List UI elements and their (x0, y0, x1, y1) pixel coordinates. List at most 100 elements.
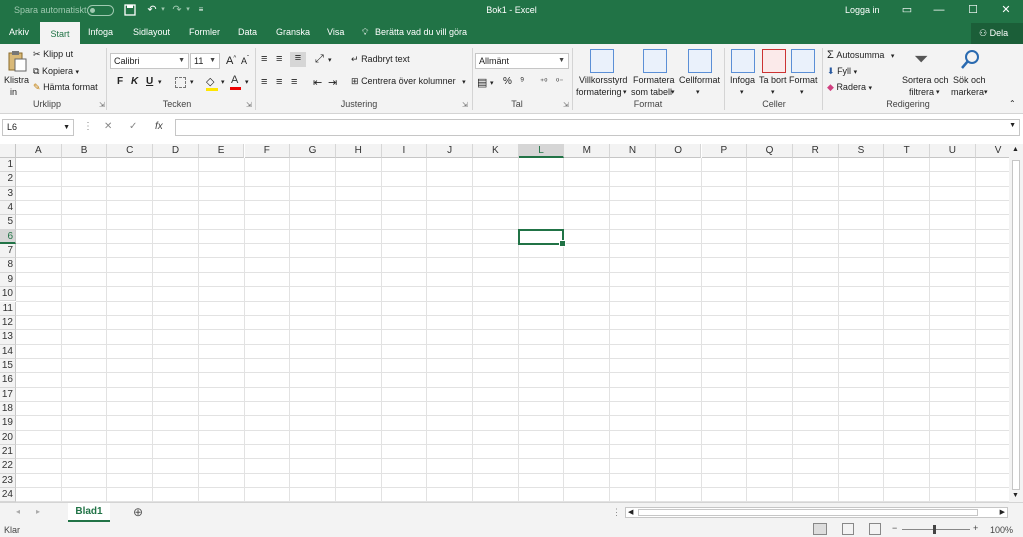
ribbon-display-options-icon[interactable]: ▭ (890, 0, 924, 20)
font-launcher-icon[interactable]: ⇲ (246, 101, 252, 109)
paste-button[interactable]: Klistra in (4, 48, 29, 97)
column-header[interactable]: N (610, 144, 656, 158)
align-right-icon[interactable]: ≡ (291, 76, 297, 88)
scroll-down-icon[interactable]: ▼ (1012, 492, 1019, 499)
fill-button[interactable]: ⬇ Fyll ▾ (827, 66, 857, 77)
zoom-out-icon[interactable]: − (892, 523, 897, 533)
tab-home[interactable]: Start (40, 22, 80, 44)
tab-file[interactable]: Arkiv (9, 27, 29, 37)
zoom-slider[interactable] (902, 529, 970, 530)
autosum-button[interactable]: Σ Autosumma ▾ (827, 49, 894, 61)
active-cell[interactable] (517, 228, 567, 248)
font-color-button[interactable]: A (230, 74, 241, 90)
zoom-slider-thumb[interactable] (933, 525, 936, 534)
align-left-icon[interactable]: ≡ (261, 76, 267, 88)
name-box[interactable]: L6 ▼ (2, 119, 74, 136)
find-select-button[interactable]: Sök och markera ▾ (951, 49, 991, 97)
row-header[interactable]: 10 (0, 287, 16, 302)
row-header[interactable]: 1 (0, 158, 16, 173)
zoom-in-icon[interactable]: + (973, 523, 978, 533)
row-header[interactable]: 3 (0, 186, 16, 202)
number-format-select[interactable]: Allmänt ▼ (475, 53, 569, 69)
column-header[interactable]: V (975, 144, 1009, 158)
vertical-scrollbar[interactable]: ▲ ▼ (1009, 144, 1023, 502)
normal-view-icon[interactable] (813, 523, 827, 535)
close-icon[interactable]: ✕ (989, 0, 1023, 20)
fill-color-button[interactable]: ◇ (206, 75, 218, 91)
clear-button[interactable]: ◆ Radera ▾ (827, 82, 872, 93)
row-header[interactable]: 15 (0, 358, 16, 374)
sort-filter-button[interactable]: ⏷ Sortera och filtrera ▾ (902, 49, 949, 97)
column-header[interactable]: G (290, 144, 336, 158)
page-break-view-icon[interactable] (869, 523, 881, 535)
increase-indent-icon[interactable]: ⇥ (328, 76, 337, 89)
vertical-scroll-thumb[interactable] (1012, 160, 1020, 490)
tab-page-layout[interactable]: Sidlayout (133, 27, 170, 37)
increase-decimal-icon[interactable]: ⁺⁰ (540, 77, 547, 86)
bold-button[interactable]: F (117, 76, 123, 87)
align-center-icon[interactable]: ≡ (276, 76, 282, 88)
clipboard-launcher-icon[interactable]: ⇲ (99, 101, 105, 109)
insert-function-icon[interactable]: fx (155, 121, 163, 132)
column-header[interactable]: J (427, 144, 473, 158)
cancel-icon[interactable]: ✕ (104, 121, 112, 132)
alignment-launcher-icon[interactable]: ⇲ (462, 101, 468, 109)
maximize-icon[interactable]: ☐ (956, 0, 990, 20)
column-header[interactable]: O (655, 144, 702, 158)
select-all-corner[interactable] (0, 144, 16, 158)
tab-insert[interactable]: Infoga (88, 27, 113, 37)
decrease-indent-icon[interactable]: ⇤ (313, 76, 322, 89)
wrap-text-button[interactable]: ↵ Radbryt text (351, 54, 410, 65)
tab-formulas[interactable]: Formler (189, 27, 220, 37)
column-header[interactable]: D (153, 144, 199, 158)
comma-button[interactable]: ⁹ (520, 76, 524, 87)
row-header[interactable]: 23 (0, 473, 16, 489)
fill-dropdown-icon[interactable]: ▾ (221, 78, 225, 86)
underline-button[interactable]: U (146, 76, 153, 87)
column-header[interactable]: F (244, 144, 291, 158)
column-header[interactable]: A (16, 144, 62, 158)
column-header[interactable]: B (61, 144, 108, 158)
shrink-font-button[interactable]: Aˇ (241, 56, 249, 66)
column-header[interactable]: U (930, 144, 976, 158)
worksheet-grid[interactable]: A B C D E F G H I J K L M N O P Q R S T U V 1 2 3 4 5 6 7 8 9 10 11 12 13 1… (0, 144, 1009, 502)
format-as-table-button[interactable]: Formatera som tabell ▾ (631, 49, 677, 97)
underline-dropdown-icon[interactable]: ▾ (158, 78, 162, 86)
percent-button[interactable]: % (503, 76, 512, 87)
scroll-right-icon[interactable]: ▶ (1000, 508, 1005, 516)
orientation-icon[interactable]: ⤢ (315, 53, 324, 66)
enter-icon[interactable]: ✓ (129, 121, 137, 132)
column-header[interactable]: K (473, 144, 519, 158)
borders-icon[interactable] (175, 77, 186, 88)
tab-view[interactable]: Visa (327, 27, 344, 37)
row-header[interactable]: 6 (0, 229, 16, 245)
align-bottom-icon[interactable]: ≡ (290, 52, 306, 67)
font-name-select[interactable]: Calibri ▼ (110, 53, 189, 69)
row-header[interactable]: 19 (0, 416, 16, 431)
column-header[interactable]: T (884, 144, 930, 158)
row-header[interactable]: 24 (0, 488, 16, 502)
tell-me-search[interactable]: Berätta vad du vill göra (375, 27, 467, 37)
sheet-tab-blad1[interactable]: Blad1 (68, 503, 110, 522)
column-header[interactable]: I (381, 144, 428, 158)
scroll-left-icon[interactable]: ◀ (628, 508, 633, 516)
tab-review[interactable]: Granska (276, 27, 310, 37)
copy-button[interactable]: ⧉ Kopiera ▾ (33, 66, 79, 77)
cell-styles-button[interactable]: Cellformat ▾ (679, 49, 721, 97)
tab-split-handle-icon[interactable]: ⋮ (612, 507, 621, 518)
column-header[interactable]: M (564, 144, 611, 158)
row-header[interactable]: 18 (0, 401, 16, 417)
grow-font-button[interactable]: A^ (226, 55, 236, 67)
tab-data[interactable]: Data (238, 27, 257, 37)
row-header[interactable]: 14 (0, 344, 16, 359)
format-painter-button[interactable]: ✎ Hämta format (33, 82, 98, 93)
row-header[interactable]: 7 (0, 244, 16, 259)
scroll-up-icon[interactable]: ▲ (1012, 146, 1019, 153)
row-header[interactable]: 11 (0, 301, 16, 316)
column-header[interactable]: H (335, 144, 382, 158)
column-header[interactable]: C (107, 144, 154, 158)
align-top-icon[interactable]: ≡ (261, 53, 267, 65)
conditional-formatting-button[interactable]: Villkorsstyrd formatering ▾ (576, 49, 628, 97)
cut-button[interactable]: ✂ Klipp ut (33, 49, 73, 60)
row-header[interactable]: 21 (0, 445, 16, 460)
